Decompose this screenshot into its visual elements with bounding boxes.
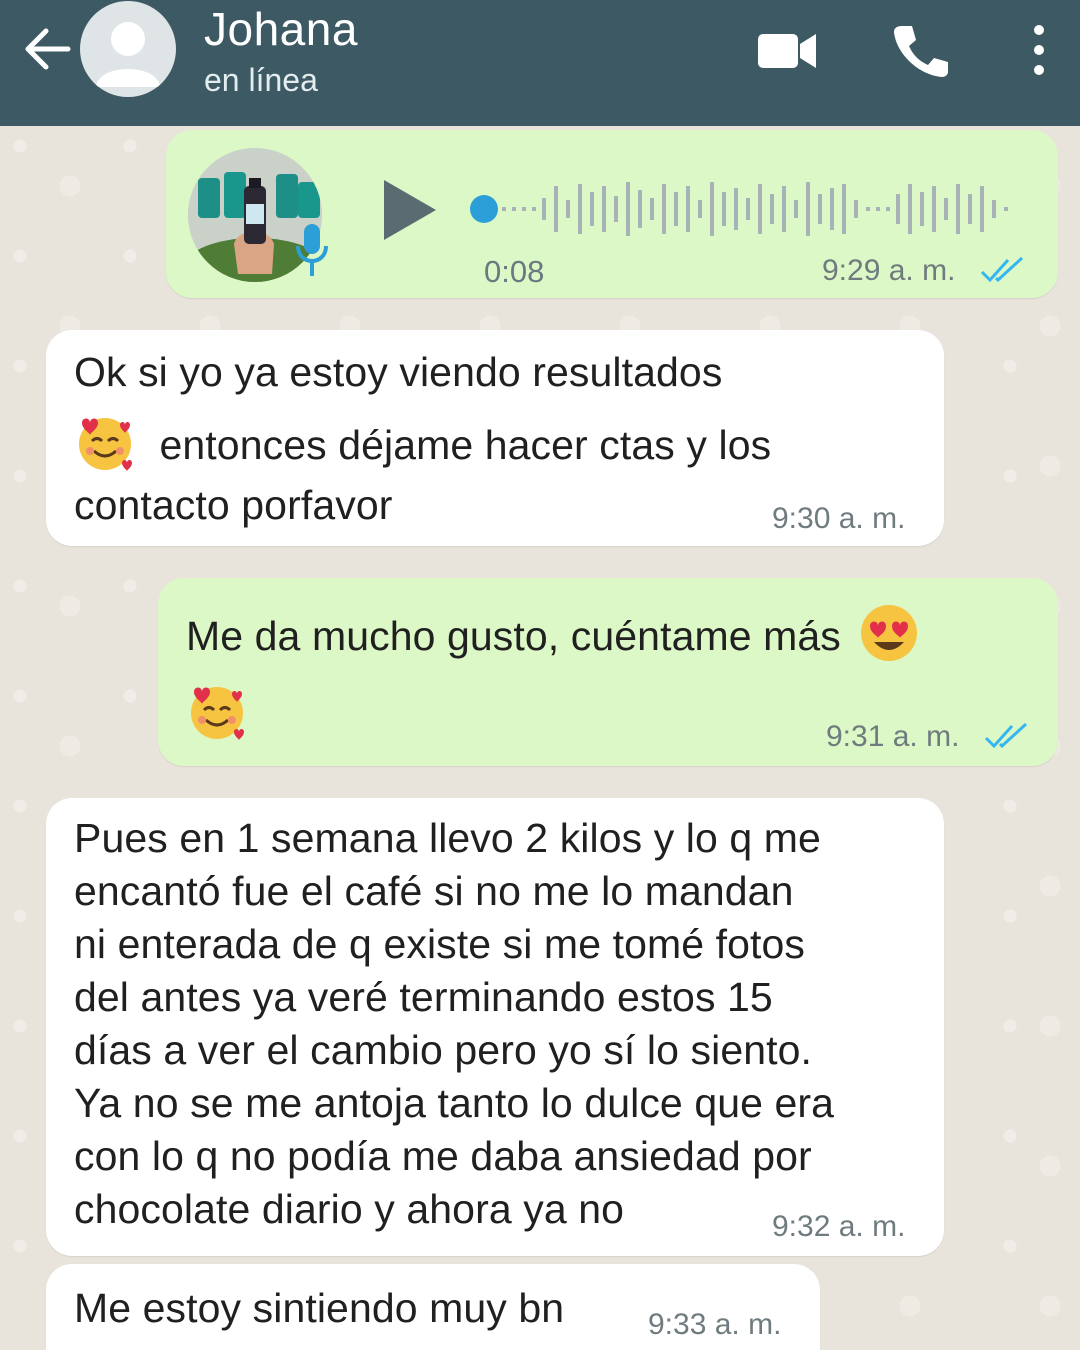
message-line-text: entonces déjame hacer ctas y los [159, 422, 772, 468]
message-time: 9:31 a. m. [826, 720, 960, 753]
play-icon[interactable] [380, 176, 440, 244]
smiling-face-with-hearts-emoji [191, 687, 244, 740]
message-text: Pues en 1 semana llevo 2 kilos y lo q me… [74, 812, 934, 1236]
message-line-text: Me da mucho gusto, cuéntame más [186, 613, 841, 659]
video-call-icon[interactable] [756, 28, 818, 74]
smiling-face-with-hearts-emoji [79, 418, 132, 471]
heart-eyes-emoji [861, 605, 918, 661]
more-vert-icon[interactable] [1024, 20, 1054, 80]
back-arrow-icon[interactable] [22, 26, 72, 72]
message-time: 9:32 a. m. [772, 1210, 906, 1243]
contact-name[interactable]: Johana [204, 2, 358, 56]
contact-status: en línea [204, 62, 318, 98]
double-check-icon [980, 256, 1024, 282]
voice-message-bubble[interactable]: 0:08 9:29 a. m. [166, 130, 1058, 298]
message-line: Ya no se me antoja tanto lo dulce que er… [74, 1080, 835, 1126]
default-avatar-icon [96, 22, 160, 87]
message-line: Ok si yo ya estoy viendo resultados [74, 349, 723, 395]
message-time: 9:29 a. m. [822, 254, 956, 287]
message-time: 9:30 a. m. [772, 502, 906, 535]
incoming-message[interactable]: Ok si yo ya estoy viendo resultados ento… [46, 330, 944, 546]
waveform-bars [502, 182, 1008, 236]
message-line: días a ver el cambio pero yo sí lo sient… [74, 1027, 813, 1073]
double-check-icon [984, 722, 1028, 748]
mic-icon [296, 224, 328, 276]
chat-header: Johana en línea [0, 0, 1080, 126]
outgoing-message[interactable]: Me da mucho gusto, cuéntame más 9:31 a. … [158, 578, 1058, 766]
message-line-with-emoji: entonces déjame hacer ctas y los [74, 411, 924, 473]
incoming-message[interactable]: Pues en 1 semana llevo 2 kilos y lo q me… [46, 798, 944, 1256]
message-text: Me estoy sintiendo muy bn [74, 1285, 565, 1331]
phone-icon[interactable] [890, 22, 950, 78]
audio-waveform[interactable] [462, 170, 1022, 248]
message-time: 9:33 a. m. [648, 1308, 782, 1341]
message-line: con lo q no podía me daba ansiedad por [74, 1133, 812, 1179]
incoming-message[interactable]: Me estoy sintiendo muy bn 9:33 a. m. [46, 1264, 820, 1350]
avatar[interactable] [80, 1, 176, 97]
message-line: encantó fue el café si no me lo mandan [74, 868, 794, 914]
voice-duration: 0:08 [484, 254, 545, 289]
message-line: Pues en 1 semana llevo 2 kilos y lo q me [74, 815, 821, 861]
message-line-with-emoji: Me da mucho gusto, cuéntame más [186, 602, 1036, 664]
message-line: del antes ya veré terminando estos 15 [74, 974, 773, 1020]
message-line: ni enterada de q existe si me tomé fotos [74, 921, 806, 967]
